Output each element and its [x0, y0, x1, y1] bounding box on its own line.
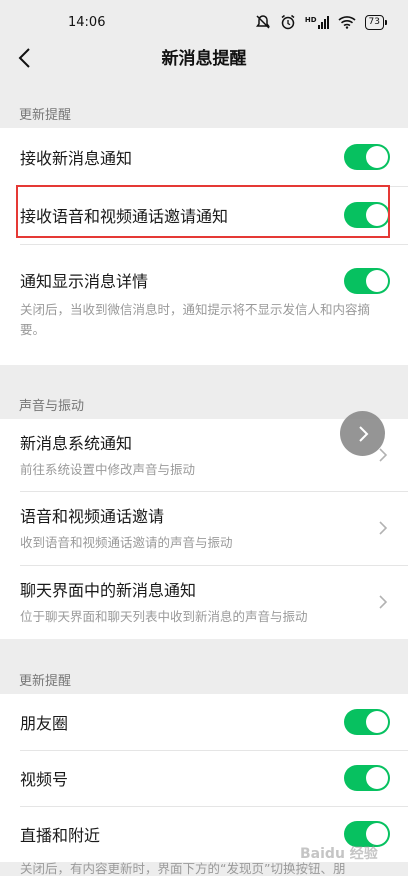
nav-bar: 新消息提醒 [0, 44, 408, 74]
row-title: 朋友圈 [20, 714, 69, 733]
row-desc: 收到语音和视频通话邀请的声音与振动 [20, 535, 233, 550]
row-title: 通知显示消息详情 [20, 272, 149, 291]
row-desc: 位于聊天界面和聊天列表中收到新消息的声音与振动 [20, 609, 308, 624]
row-title: 视频号 [20, 770, 69, 789]
bottom-note: 关闭后，有内容更新时，界面下方的“发现页”切换按钮、朋 [20, 861, 346, 876]
message-detail-toggle[interactable] [344, 268, 390, 294]
chevron-right-icon [358, 425, 368, 442]
back-arrow-icon[interactable] [16, 46, 36, 70]
setting-row-moments[interactable]: 朋友圈 [0, 694, 408, 750]
setting-row-new-message[interactable]: 接收新消息通知 [0, 128, 408, 186]
floating-next-button[interactable] [340, 411, 385, 456]
status-time: 14:06 [68, 14, 106, 30]
alarm-icon [281, 14, 295, 30]
row-title: 语音和视频通话邀请 [20, 507, 165, 526]
page-title: 新消息提醒 [161, 49, 247, 69]
hd-label: HD [304, 15, 317, 24]
row-title: 接收新消息通知 [20, 149, 133, 168]
channels-toggle[interactable] [344, 765, 390, 791]
setting-row-channels[interactable]: 视频号 [0, 750, 408, 806]
chevron-right-icon [379, 595, 388, 609]
section-label-sound: 声音与振动 [19, 399, 85, 414]
row-desc: 前往系统设置中修改声音与振动 [20, 462, 196, 477]
section-sound: 新消息系统通知 前往系统设置中修改声音与振动 语音和视频通话邀请 收到语音和视频… [0, 419, 408, 639]
row-title: 聊天界面中的新消息通知 [20, 581, 197, 600]
section-update-2: 朋友圈 视频号 直播和附近 [0, 694, 408, 862]
highlight-box [16, 185, 390, 238]
watermark: Baidu 经验 [300, 846, 378, 862]
section-update: 接收新消息通知 接收语音和视频通话邀请通知 通知显示消息详情 关闭后，当收到微信… [0, 128, 408, 365]
status-icons: HD 73 [255, 14, 388, 30]
chevron-right-icon [379, 448, 388, 462]
signal-icon: HD [304, 15, 329, 29]
new-message-toggle[interactable] [344, 144, 390, 170]
section-label-update: 更新提醒 [19, 108, 72, 123]
setting-row-chat-notify[interactable]: 聊天界面中的新消息通知 位于聊天界面和聊天列表中收到新消息的声音与振动 [0, 565, 408, 639]
setting-row-message-detail[interactable]: 通知显示消息详情 关闭后，当收到微信消息时，通知提示将不显示发信人和内容摘要。 [0, 244, 408, 365]
setting-row-call-sound[interactable]: 语音和视频通话邀请 收到语音和视频通话邀请的声音与振动 [0, 491, 408, 565]
battery-icon: 73 [364, 14, 388, 30]
chevron-right-icon [379, 521, 388, 535]
wifi-icon [338, 16, 356, 29]
section-label-update-2: 更新提醒 [19, 674, 72, 689]
row-title: 新消息系统通知 [20, 434, 133, 453]
moments-toggle[interactable] [344, 709, 390, 735]
row-desc: 关闭后，当收到微信消息时，通知提示将不显示发信人和内容摘要。 [20, 302, 371, 337]
status-bar: 14:06 HD 73 [0, 0, 408, 44]
mute-icon [255, 15, 270, 29]
